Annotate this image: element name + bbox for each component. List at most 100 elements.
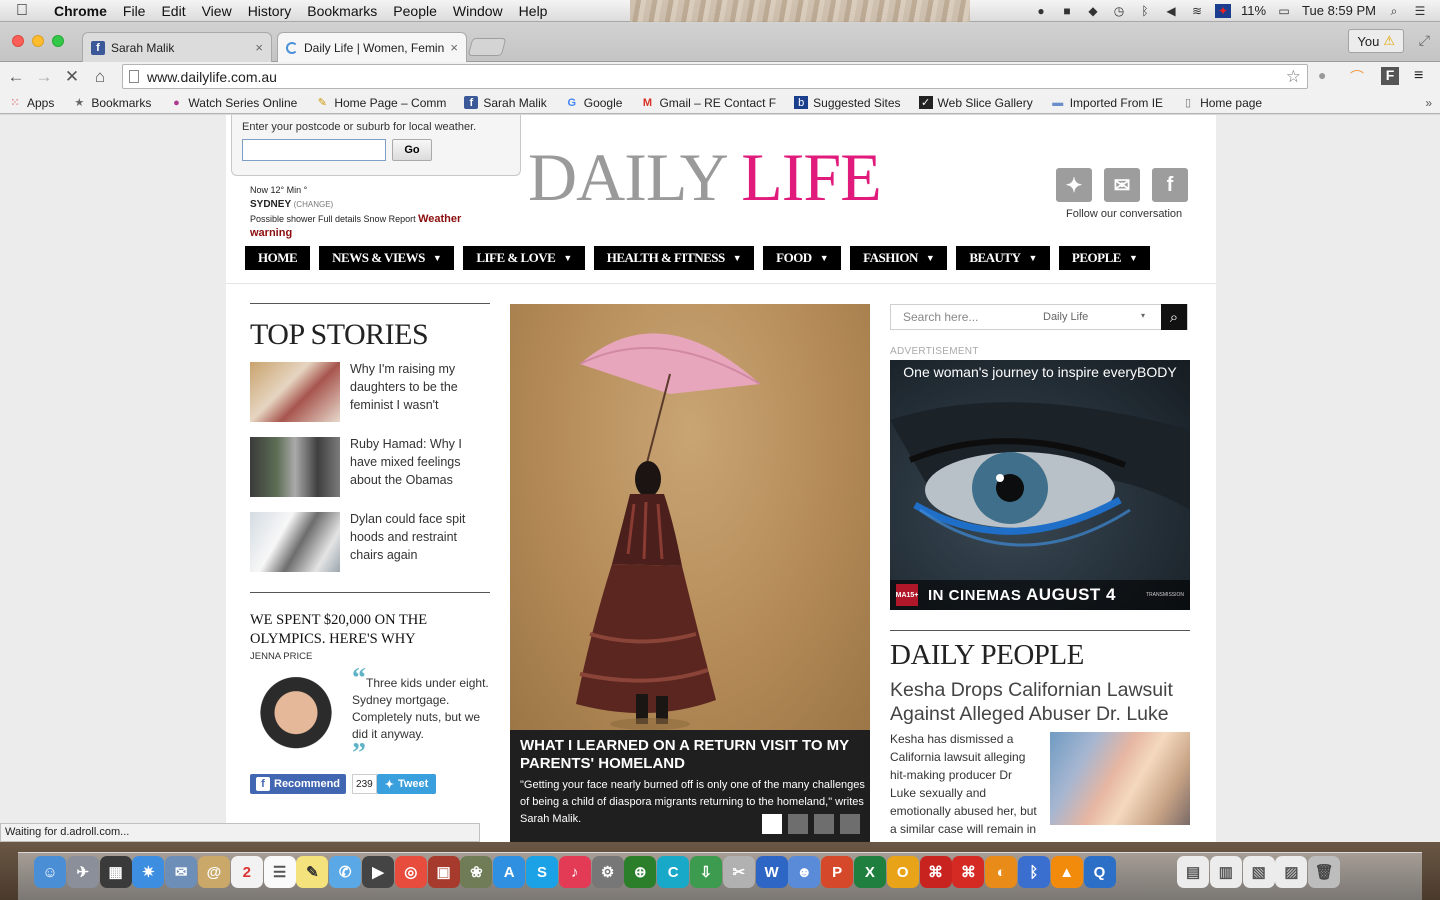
bluetooth-icon[interactable]: ᛒ [1137,4,1153,18]
spotlight-icon[interactable]: ⌕ [1386,4,1402,18]
bookmark-apps[interactable]: ⁙ Apps [8,96,54,110]
flag-icon[interactable]: ✦ [1214,3,1231,18]
back-button[interactable]: ← [4,65,28,89]
bluetooth-exchange-icon[interactable]: ᛒ [1017,856,1050,888]
tweet-button[interactable]: ✦ Tweet [376,774,437,794]
daily-life-logo[interactable]: DAILY LIFE [528,143,882,211]
minimize-window-button[interactable] [32,35,44,47]
vlc-icon[interactable]: ▲ [1050,856,1083,888]
story-item[interactable]: Ruby Hamad: Why I have mixed feelings ab… [250,437,490,497]
nav-food[interactable]: FOOD ▼ [763,246,842,270]
contacts-people-icon[interactable]: ☻ [788,856,821,888]
address-url[interactable]: www.dailylife.com.au [147,69,277,85]
menu-help[interactable]: Help [511,3,556,19]
nav-health-fitness[interactable]: HEALTH & FITNESS ▼ [593,246,755,270]
bookmark-home-page-comm[interactable]: ✎ Home Page – Comm [315,96,447,110]
change-city-link[interactable]: (CHANGE) [294,200,334,209]
menu-history[interactable]: History [240,3,300,19]
dropbox-icon[interactable]: ◆ [1085,4,1101,18]
stop-loading-button[interactable]: ✕ [60,65,84,89]
forward-button[interactable]: → [32,65,56,89]
story-thumbnail[interactable] [250,437,340,497]
powerpoint-icon[interactable]: P [821,856,854,888]
acrobat-icon[interactable]: ⌘ [919,856,952,888]
nav-home[interactable]: HOME [245,246,311,270]
tab-sarah-malik[interactable]: f Sarah Malik × [82,32,272,62]
mission-control-icon[interactable]: ▦ [99,856,132,888]
menu-clock[interactable]: Tue 8:59 PM [1302,3,1376,18]
nav-beauty[interactable]: BEAUTY ▼ [956,246,1050,270]
safari-icon[interactable]: ✷ [132,856,165,888]
author-portrait[interactable] [250,674,342,766]
c-app-icon[interactable]: C [657,856,690,888]
bookmark-watch-series[interactable]: ● Watch Series Online [169,96,297,110]
documents-stack-icon[interactable]: ▥ [1209,856,1242,888]
search-scope-select[interactable]: Daily Life ▾ [1043,311,1149,323]
nav-news-views[interactable]: NEWS & VIEWS ▼ [319,246,455,270]
chrome-menu-icon[interactable]: ≡ [1414,67,1423,85]
contacts-icon[interactable]: @ [197,856,230,888]
bookmark-sarah-malik[interactable]: f Sarah Malik [464,96,547,110]
new-tab-button[interactable] [467,38,507,56]
excel-icon[interactable]: X [853,856,886,888]
carousel-dot[interactable] [840,814,860,834]
twitter-icon[interactable]: ✦ [1056,168,1092,202]
close-window-button[interactable] [12,35,24,47]
opinion-headline[interactable]: WE SPENT $20,000 ON THE OLYMPICS. HERE'S… [250,611,490,649]
hero-image[interactable] [510,304,870,730]
finder-icon[interactable]: ☺ [34,856,66,888]
story-thumbnail[interactable] [250,512,340,572]
launchpad-icon[interactable]: ✈ [66,856,99,888]
battery-icon[interactable]: ▭ [1276,4,1292,18]
iphoto-icon[interactable]: ❀ [460,856,493,888]
trash-icon[interactable]: 🗑 [1308,856,1341,888]
email-icon[interactable]: ✉ [1104,168,1140,202]
people-story-image[interactable] [1050,732,1190,825]
story-item[interactable]: Why I'm raising my daughters to be the f… [250,362,490,422]
tab-daily-life[interactable]: Daily Life | Women, Femini × [277,32,467,62]
notes-icon[interactable]: ✎ [296,856,329,888]
nav-people[interactable]: PEOPLE ▼ [1058,246,1151,270]
menu-app-chrome[interactable]: Chrome [44,3,115,19]
story-item[interactable]: Dylan could face spit hoods and restrain… [250,512,490,572]
mail-stamp-icon[interactable]: ✉ [165,856,198,888]
facetime-icon[interactable]: ▶ [361,856,394,888]
bookmark-star-icon[interactable]: ☆ [1286,67,1301,87]
itunes-icon[interactable]: ♪ [558,856,591,888]
bookmark-web-slice[interactable]: ✓ Web Slice Gallery [918,96,1033,110]
battery-percent[interactable]: 11% [1241,3,1266,18]
people-headline[interactable]: Kesha Drops Californian Lawsuit Against … [890,678,1190,726]
app-store-icon[interactable]: A [493,856,526,888]
download-icon[interactable]: ⇩ [689,856,722,888]
menu-edit[interactable]: Edit [153,3,193,19]
notification-center-icon[interactable]: ☰ [1412,4,1428,18]
menu-bookmarks[interactable]: Bookmarks [299,3,385,19]
outlook-icon[interactable]: O [886,856,919,888]
bookmark-gmail[interactable]: M Gmail – RE Contact F [640,96,776,110]
chrome-icon[interactable]: ◎ [394,856,427,888]
nav-fashion[interactable]: FASHION ▼ [850,246,948,270]
bookmarks-overflow-button[interactable]: » [1425,96,1432,110]
bookmark-imported-ie[interactable]: ▬ Imported From IE [1051,96,1163,110]
bookmark-bookmarks[interactable]: ★ Bookmarks [72,96,151,110]
extension-f-icon[interactable]: F [1381,67,1399,85]
downloads-stack-icon[interactable]: ▤ [1177,856,1210,888]
carousel-dot[interactable] [788,814,808,834]
wifi-icon[interactable]: ≋ [1189,4,1205,18]
carousel-dot[interactable] [814,814,834,834]
volume-icon[interactable]: ◀ [1163,4,1179,18]
acrobat-pro-icon[interactable]: ⌘ [952,856,985,888]
tab-close-icon[interactable]: × [450,40,458,55]
fullscreen-icon[interactable]: ⤢ [1419,32,1430,49]
reminders-icon[interactable]: ☰ [263,856,296,888]
bookmark-suggested-sites[interactable]: b Suggested Sites [794,96,901,110]
apple-menu-icon[interactable]:  [0,2,44,20]
home-button[interactable]: ⌂ [88,65,112,89]
menu-people[interactable]: People [385,3,445,19]
folder-stack-icon[interactable]: ▧ [1242,856,1275,888]
extension-balloon-icon[interactable]: ● [1318,67,1326,83]
applications-stack-icon[interactable]: ▨ [1275,856,1308,888]
word-icon[interactable]: W [755,856,788,888]
menu-view[interactable]: View [194,3,240,19]
menu-window[interactable]: Window [445,3,511,19]
